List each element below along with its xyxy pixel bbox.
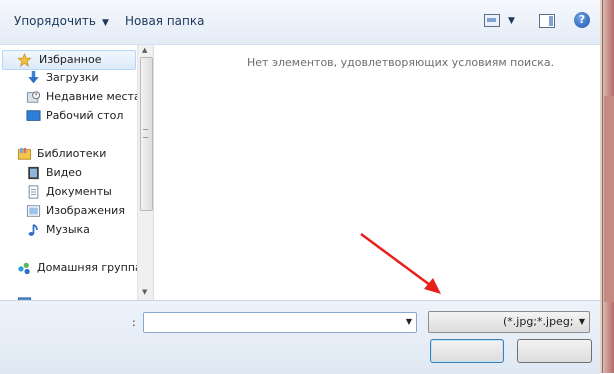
homegroup-icon <box>18 262 30 275</box>
view-options-chevron-icon[interactable]: ▼ <box>508 16 515 26</box>
preview-pane-icon[interactable] <box>539 14 555 28</box>
help-icon[interactable]: ? <box>574 12 590 28</box>
file-list[interactable]: Нет элементов, удовлетворяющих условиям … <box>154 45 600 300</box>
scroll-up-icon[interactable]: ▲ <box>142 46 147 54</box>
chevron-down-icon: ▼ <box>101 18 109 28</box>
chevron-down-icon: ▼ <box>578 317 585 326</box>
new-folder-label: Новая папка <box>125 14 205 28</box>
music-icon <box>28 223 38 236</box>
downloads-icon <box>28 71 39 84</box>
sidebar-item-label: Недавние места <box>46 90 141 103</box>
background-window-edge <box>600 0 614 373</box>
sidebar-item-video[interactable]: Видео <box>26 164 136 182</box>
navigation-pane: Избранное Загрузки Недавние места Рабочи… <box>0 45 153 300</box>
sidebar-item-label: Рабочий стол <box>46 109 124 122</box>
open-button[interactable] <box>430 339 504 363</box>
filetype-value: (*.jpg;*.jpeg;*.p <box>503 315 573 328</box>
window-border <box>602 0 603 373</box>
documents-icon <box>28 185 39 199</box>
new-folder-button[interactable]: Новая папка <box>125 14 204 28</box>
sidebar-item-favorites[interactable]: Избранное <box>2 50 136 70</box>
sidebar-item-homegroup[interactable]: Домашняя группа <box>17 259 142 277</box>
desktop-icon <box>26 110 41 121</box>
images-icon <box>26 205 41 217</box>
organize-button[interactable]: Упорядочить ▼ <box>14 14 109 28</box>
change-view-icon[interactable] <box>484 14 500 27</box>
filename-input[interactable] <box>146 314 400 331</box>
sidebar-item-downloads[interactable]: Загрузки <box>26 69 136 87</box>
sidebar-item-label: Домашняя группа <box>37 261 142 274</box>
bottom-bar: : ▼ (*.jpg;*.jpeg;*.p ▼ <box>0 300 600 374</box>
sidebar-item-label: Видео <box>46 166 82 179</box>
scroll-grip-icon <box>143 129 148 138</box>
sidebar-item-label: Библиотеки <box>37 147 107 160</box>
sidebar-item-label: Избранное <box>39 53 102 66</box>
star-icon <box>17 53 32 67</box>
filename-label: : <box>132 316 136 329</box>
sidebar-item-label: Изображения <box>46 204 125 217</box>
navigation-scrollbar[interactable]: ▲ ▼ <box>137 45 154 300</box>
sidebar-item-label: Загрузки <box>46 71 99 84</box>
sidebar-item-images[interactable]: Изображения <box>26 202 136 220</box>
sidebar-item-documents[interactable]: Документы <box>26 183 136 201</box>
sidebar-item-desktop[interactable]: Рабочий стол <box>26 107 136 125</box>
sidebar-item-libraries[interactable]: Библиотеки <box>17 145 135 163</box>
toolbar: Упорядочить ▼ Новая папка ▼ ? <box>0 0 600 45</box>
sidebar-item-recent-places[interactable]: Недавние места <box>26 88 141 106</box>
filetype-dropdown[interactable]: (*.jpg;*.jpeg;*.p ▼ <box>428 311 590 333</box>
background-window-strip <box>604 96 614 302</box>
libraries-icon <box>17 147 32 160</box>
filename-combobox[interactable]: ▼ <box>143 312 417 333</box>
sidebar-item-label: Музыка <box>46 223 90 236</box>
sidebar-item-label: Документы <box>46 185 112 198</box>
recent-places-icon <box>26 91 41 103</box>
video-icon <box>28 166 39 180</box>
file-open-dialog: Упорядочить ▼ Новая папка ▼ ? Избранное З… <box>0 0 600 374</box>
scroll-down-icon[interactable]: ▼ <box>142 288 147 296</box>
organize-label: Упорядочить <box>14 14 96 28</box>
sidebar-item-music[interactable]: Музыка <box>26 221 136 239</box>
empty-search-message: Нет элементов, удовлетворяющих условиям … <box>247 56 555 69</box>
chevron-down-icon[interactable]: ▼ <box>406 317 412 326</box>
cancel-button[interactable] <box>517 339 592 363</box>
